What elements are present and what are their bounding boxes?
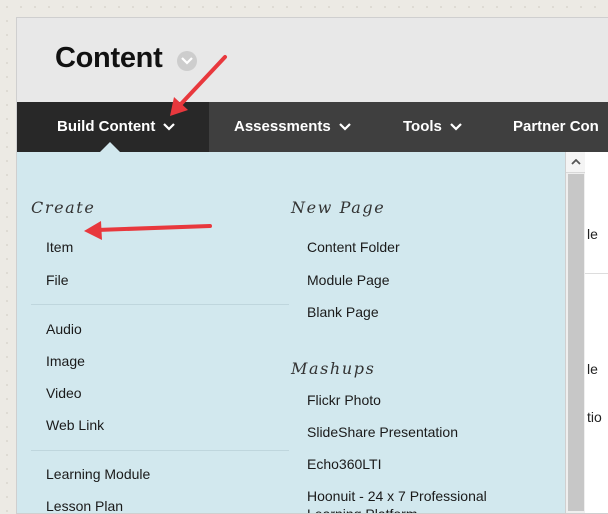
annotation-arrow	[84, 55, 227, 240]
